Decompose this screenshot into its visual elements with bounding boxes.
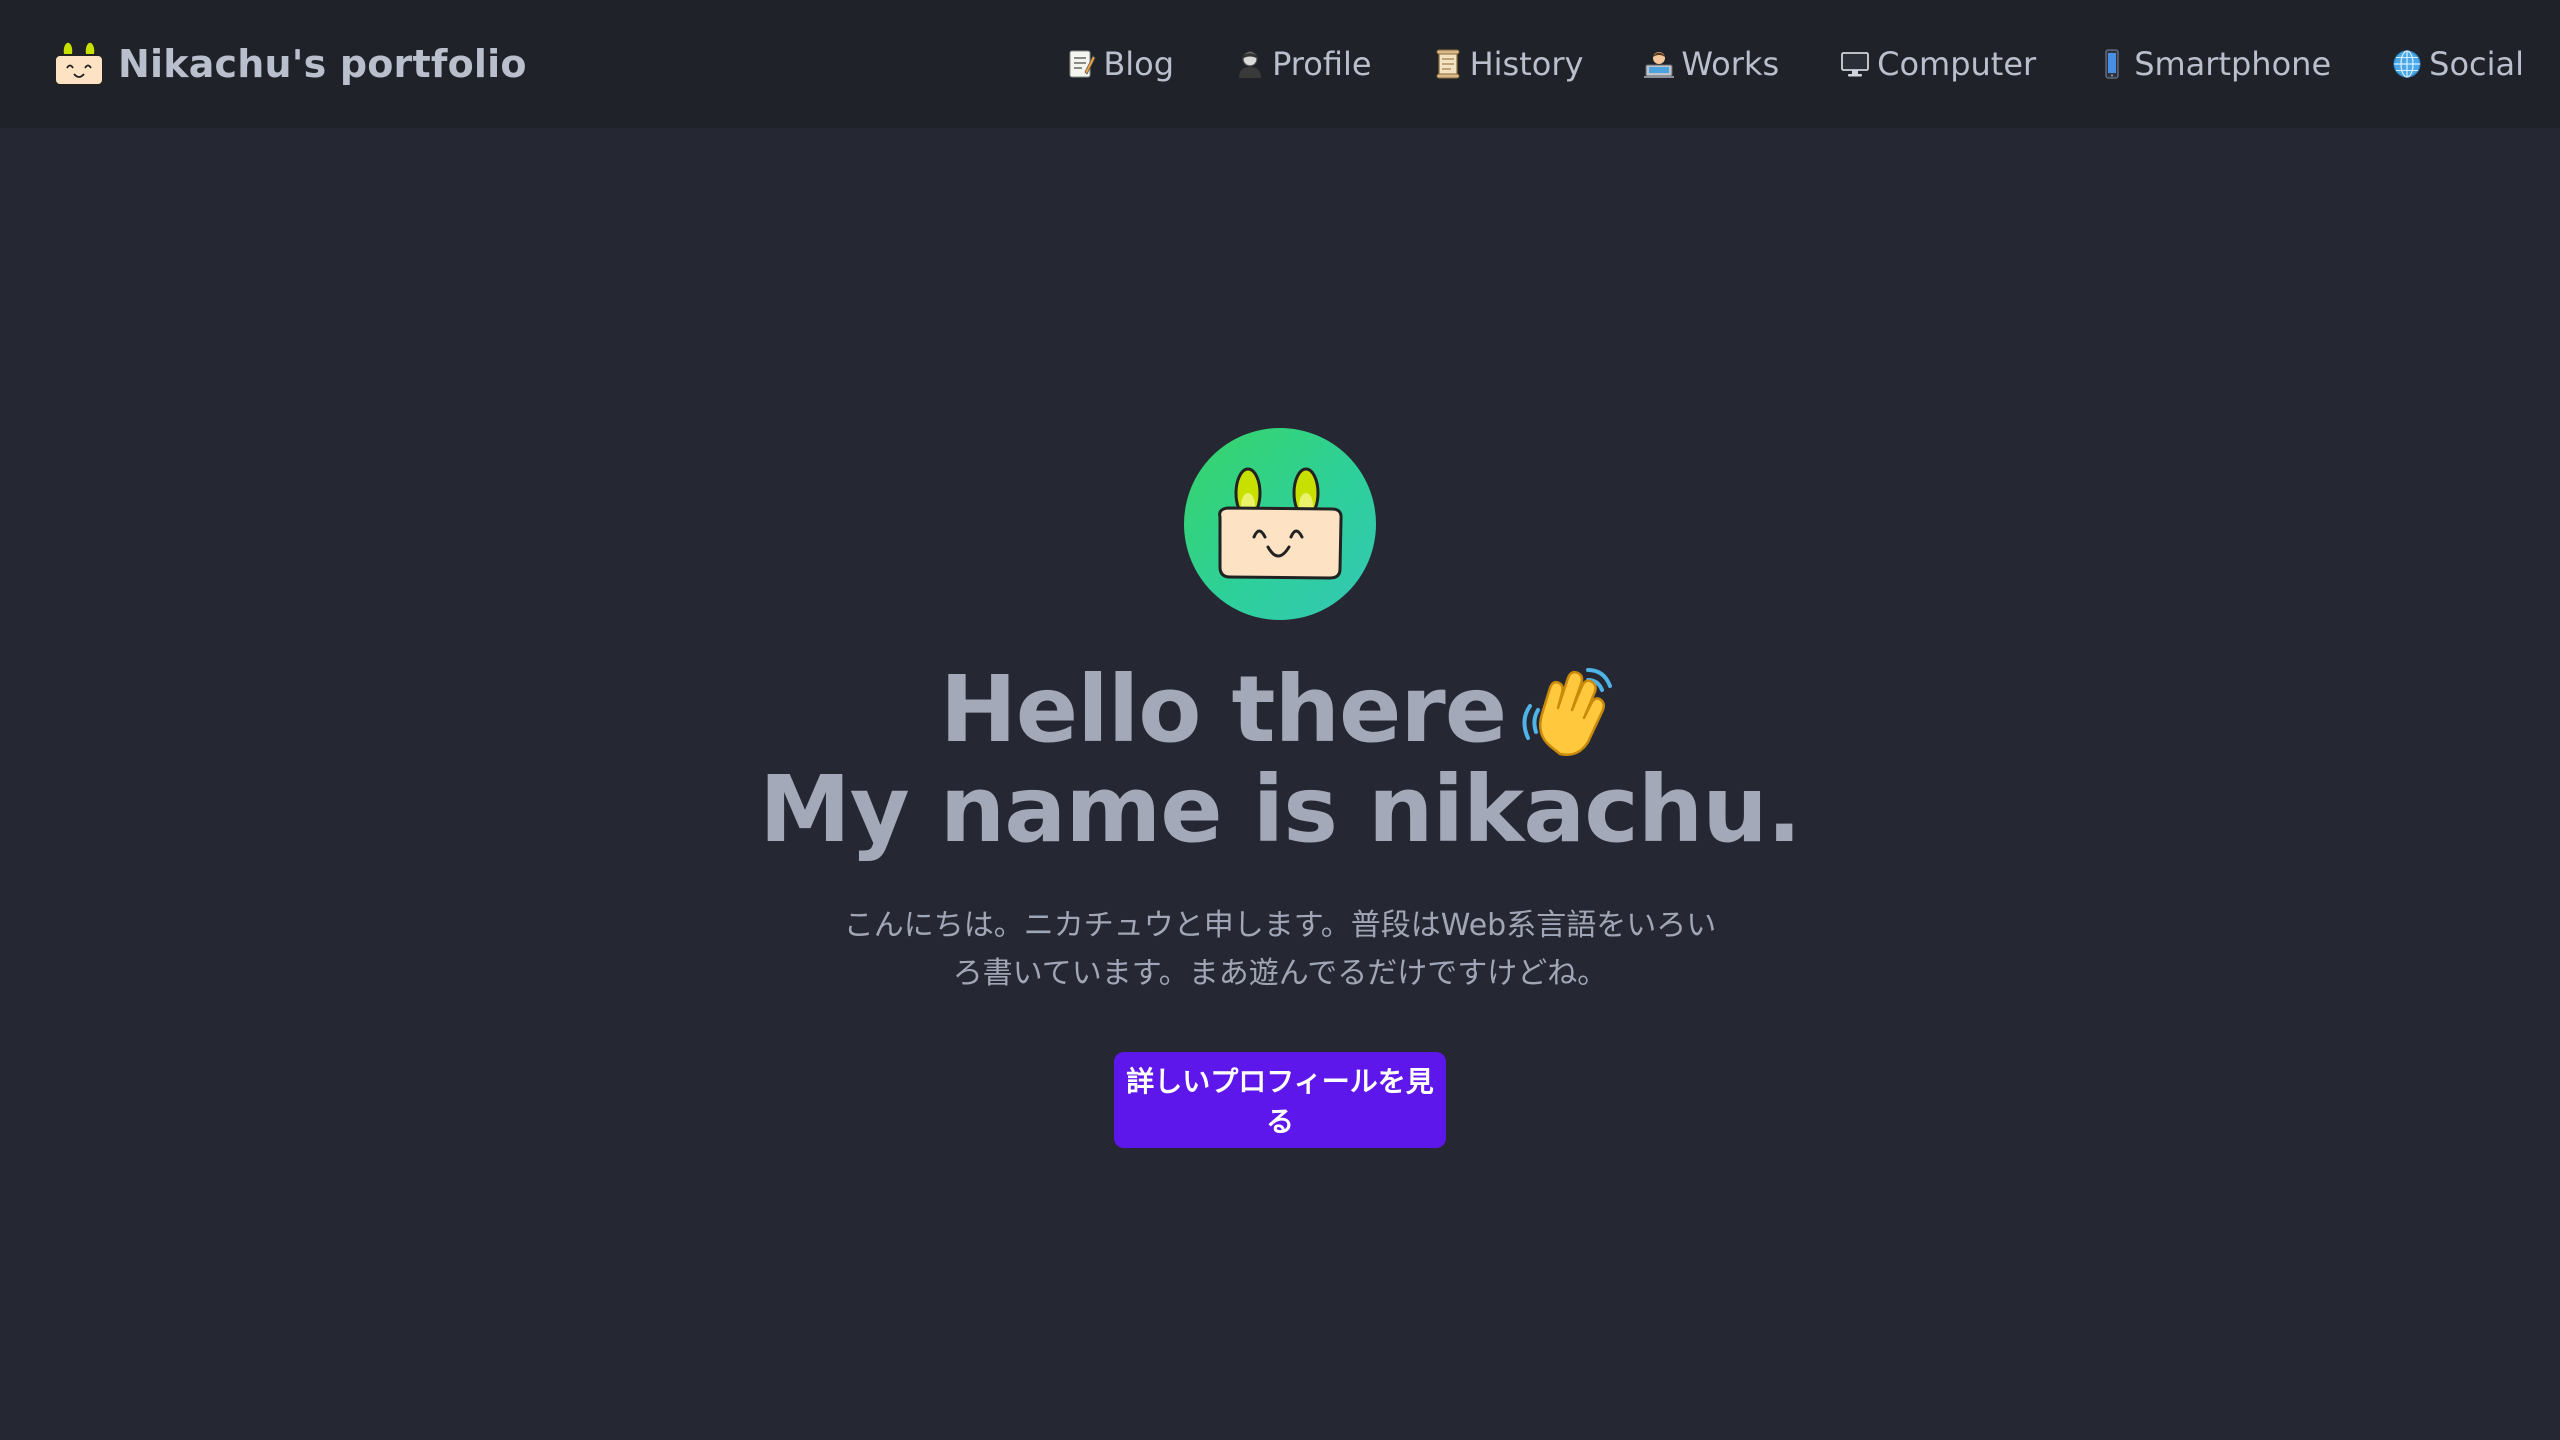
- nav-label: Social: [2429, 45, 2524, 83]
- nav-item-works[interactable]: Works: [1643, 45, 1779, 83]
- nikachu-logo-icon: [54, 41, 104, 86]
- nav-label: Works: [1681, 45, 1780, 83]
- technologist-icon: [1644, 52, 1675, 78]
- nav-item-smartphone[interactable]: Smartphone: [2096, 45, 2331, 83]
- nav-label: Smartphone: [2134, 45, 2332, 83]
- person-icon: [1239, 51, 1262, 78]
- navbar: Nikachu's portfolio Blog Profile History…: [0, 0, 2560, 128]
- desktop-computer-icon: [1841, 52, 1870, 77]
- mobile-phone-icon: [2105, 49, 2119, 79]
- headline-name: My name is nikachu.: [759, 756, 1802, 863]
- waving-hand-icon: [1522, 668, 1613, 756]
- nav-label: Blog: [1103, 45, 1175, 83]
- memo-icon: [1069, 50, 1096, 78]
- nav-label: Profile: [1272, 45, 1372, 83]
- nav-item-profile[interactable]: Profile: [1234, 45, 1372, 83]
- hero-section: Hello there My name is nikachu. こんにちは。ニカ…: [0, 128, 2560, 1440]
- main-nav: Blog Profile History Works Computer Smar…: [1065, 45, 2524, 83]
- avatar: [1184, 428, 1376, 620]
- nav-item-history[interactable]: History: [1432, 45, 1584, 83]
- nav-item-blog[interactable]: Blog: [1065, 45, 1174, 83]
- nav-label: Computer: [1877, 45, 2037, 83]
- globe-icon: [2393, 50, 2421, 78]
- view-profile-button[interactable]: 詳しいプロフィールを見る: [1114, 1052, 1446, 1148]
- scroll-icon: [1436, 49, 1460, 79]
- headline-greeting: Hello there: [939, 656, 1507, 763]
- nav-label: History: [1469, 45, 1584, 83]
- nav-item-social[interactable]: Social: [2391, 45, 2524, 83]
- brand-link[interactable]: Nikachu's portfolio: [52, 41, 527, 87]
- site-title: Nikachu's portfolio: [118, 42, 527, 86]
- nikachu-avatar-icon: [1218, 467, 1343, 580]
- nav-item-computer[interactable]: Computer: [1839, 45, 2036, 83]
- hero-headline: Hello there My name is nikachu.: [759, 656, 1802, 863]
- hero-description: こんにちは。ニカチュウと申します。普段はWeb系言語をいろいろ書いています。まあ…: [843, 908, 1717, 991]
